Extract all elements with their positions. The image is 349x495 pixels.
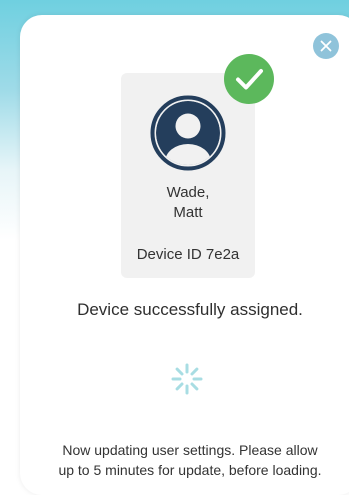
user-name: Wade, Matt bbox=[121, 183, 255, 223]
success-badge bbox=[224, 54, 274, 104]
loading-spinner bbox=[170, 362, 204, 396]
device-id: Device ID 7e2a bbox=[136, 246, 240, 263]
status-line-1: Now updating user settings. Please allow bbox=[62, 442, 318, 458]
close-button[interactable] bbox=[313, 33, 339, 59]
loading-spinner-icon bbox=[171, 363, 203, 395]
user-avatar-icon bbox=[150, 95, 226, 171]
status-line-2: up to 5 minutes for update, before loadi… bbox=[58, 462, 322, 478]
user-first-name: Matt bbox=[173, 204, 203, 221]
user-last-name: Wade, bbox=[166, 184, 210, 201]
success-message: Device successfully assigned. bbox=[77, 300, 303, 319]
status-message: Now updating user settings. Please allow… bbox=[20, 440, 349, 480]
avatar bbox=[149, 94, 227, 172]
close-icon bbox=[320, 40, 332, 52]
checkmark-icon bbox=[224, 54, 274, 104]
